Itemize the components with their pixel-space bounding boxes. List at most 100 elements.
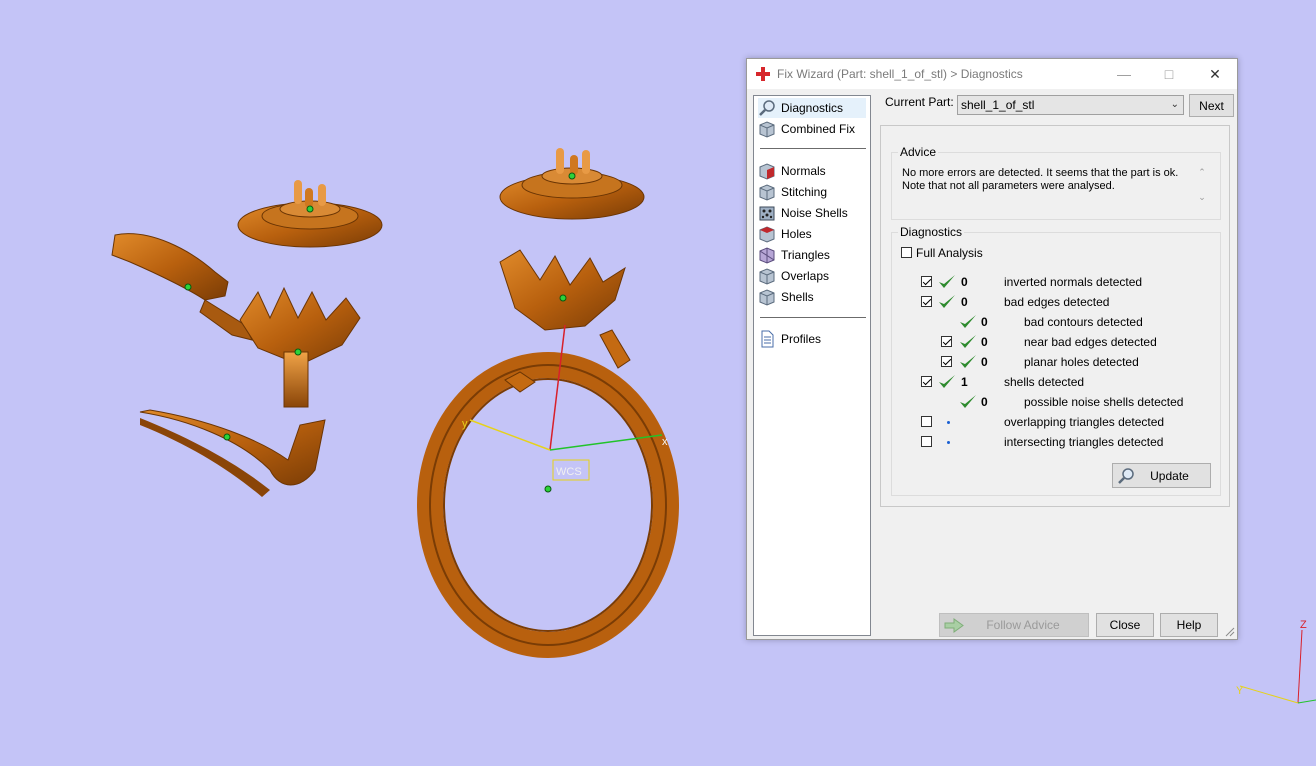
arrow-right-icon: [944, 618, 964, 633]
pending-dot-icon: [947, 421, 950, 424]
fix-wizard-dialog: Fix Wizard (Part: shell_1_of_stl) > Diag…: [746, 58, 1238, 640]
diag-checkbox-near-bad-edges[interactable]: [941, 336, 952, 347]
orientation-triad: Z Y: [1236, 619, 1316, 704]
maximize-button[interactable]: □: [1147, 59, 1191, 89]
diag-label: planar holes detected: [1024, 355, 1139, 369]
diag-checkbox-overlapping-triangles[interactable]: [921, 416, 932, 427]
next-button[interactable]: Next: [1189, 94, 1234, 117]
diag-count: 0: [961, 295, 968, 309]
diag-checkbox-shells[interactable]: [921, 376, 932, 387]
help-button[interactable]: Help: [1160, 613, 1218, 637]
advice-scrollbar[interactable]: ⌃ ⌄: [1195, 164, 1209, 210]
advice-line-2: Note that not all parameters were analys…: [902, 180, 1115, 192]
axis-y-label: y: [462, 418, 468, 430]
cube-icon: [759, 121, 775, 138]
advice-title: Advice: [898, 145, 939, 159]
stitching-cube-icon: [759, 184, 775, 201]
nav-item-combined-fix[interactable]: Combined Fix: [758, 119, 855, 139]
current-part-select[interactable]: shell_1_of_stl ⌄: [957, 95, 1184, 115]
nav-separator: [760, 148, 866, 149]
noise-shells-icon: [759, 206, 775, 221]
nav-label: Shells: [781, 290, 814, 304]
bezel-top-right[interactable]: [499, 148, 645, 220]
advice-line-1: No more errors are detected. It seems th…: [902, 167, 1179, 179]
close-button[interactable]: Close: [1096, 613, 1154, 637]
nav-item-shells[interactable]: Shells: [758, 287, 814, 307]
full-analysis-label: Full Analysis: [916, 246, 983, 260]
check-icon: [960, 355, 976, 368]
triad-y-label: Y: [1236, 685, 1244, 697]
check-icon: [960, 335, 976, 348]
red-cross-icon: [756, 67, 770, 81]
nav-label: Overlaps: [781, 269, 830, 283]
maximize-icon: □: [1164, 66, 1174, 82]
triangles-cube-icon: [759, 247, 775, 264]
check-icon: [939, 375, 955, 388]
magnifier-icon: [1118, 468, 1134, 484]
check-icon: [960, 315, 976, 328]
nav-label: Holes: [781, 227, 812, 241]
diagnostics-title: Diagnostics: [898, 225, 965, 239]
advice-text-box: No more errors are detected. It seems th…: [893, 164, 1209, 212]
close-window-button[interactable]: ✕: [1193, 59, 1237, 89]
diag-checkbox-intersecting-triangles[interactable]: [921, 436, 932, 447]
diag-label: near bad edges detected: [1024, 335, 1157, 349]
normals-cube-icon: [759, 163, 775, 180]
minimize-icon: —: [1117, 66, 1131, 82]
minimize-button[interactable]: —: [1102, 59, 1146, 89]
diag-label: intersecting triangles detected: [1004, 435, 1164, 449]
diag-checkbox-inverted-normals[interactable]: [921, 276, 932, 287]
axis-x-label: x: [662, 436, 668, 448]
window-title: Fix Wizard (Part: shell_1_of_stl) > Diag…: [777, 67, 1023, 81]
bezel-top-left[interactable]: [237, 180, 383, 248]
diag-label: bad edges detected: [1004, 295, 1110, 309]
diag-count: 0: [961, 275, 968, 289]
nav-label: Stitching: [781, 185, 828, 199]
diag-label: overlapping triangles detected: [1004, 415, 1165, 429]
update-label: Update: [1150, 468, 1189, 483]
wcs-label: WCS: [556, 466, 582, 478]
nav-item-overlaps[interactable]: Overlaps: [758, 266, 829, 286]
overlaps-cube-icon: [759, 268, 775, 285]
diag-label: shells detected: [1004, 375, 1085, 389]
diag-count: 0: [981, 315, 988, 329]
close-icon: ✕: [1209, 65, 1221, 82]
head-prongs-right[interactable]: [499, 249, 626, 331]
nav-item-triangles[interactable]: Triangles: [758, 245, 830, 265]
diag-count: 0: [981, 355, 988, 369]
scroll-down-icon: ⌄: [1198, 192, 1206, 202]
chevron-down-icon: ⌄: [1170, 99, 1179, 110]
full-analysis-checkbox[interactable]: [901, 247, 912, 258]
diag-label: bad contours detected: [1024, 315, 1143, 329]
title-bar[interactable]: Fix Wizard (Part: shell_1_of_stl) > Diag…: [747, 59, 1237, 89]
head-prongs-left[interactable]: [239, 286, 361, 408]
nav-item-stitching[interactable]: Stitching: [758, 182, 827, 202]
shank-lower-left[interactable]: [139, 409, 326, 497]
scroll-up-icon: ⌃: [1198, 167, 1206, 177]
update-button[interactable]: Update: [1112, 463, 1211, 488]
follow-advice-label: Follow Advice: [986, 618, 1060, 632]
resize-grip-icon[interactable]: [1225, 627, 1235, 637]
shells-cube-icon: [759, 289, 775, 306]
diag-checkbox-planar-holes[interactable]: [941, 356, 952, 367]
nav-item-noise-shells[interactable]: Noise Shells: [758, 203, 848, 223]
nav-label: Combined Fix: [781, 122, 856, 136]
nav-item-profiles[interactable]: Profiles: [758, 329, 821, 349]
triad-z-label: Z: [1300, 619, 1307, 631]
check-icon: [939, 275, 955, 288]
diag-checkbox-bad-edges[interactable]: [921, 296, 932, 307]
nav-item-holes[interactable]: Holes: [758, 224, 812, 244]
diag-label: inverted normals detected: [1004, 275, 1143, 289]
shank-upper-left[interactable]: [111, 233, 253, 341]
nav-label: Profiles: [781, 332, 822, 346]
magnifier-icon: [759, 100, 775, 116]
wizard-nav: Diagnostics Combined Fix Normals Stitchi…: [753, 95, 871, 636]
diag-count: 0: [981, 335, 988, 349]
check-icon: [960, 395, 976, 408]
diag-label: possible noise shells detected: [1024, 395, 1184, 409]
diagnostics-panel: Advice No more errors are detected. It s…: [880, 125, 1230, 507]
nav-item-normals[interactable]: Normals: [758, 161, 826, 181]
follow-advice-button[interactable]: Follow Advice: [939, 613, 1089, 637]
nav-label: Normals: [781, 164, 826, 178]
nav-item-diagnostics[interactable]: Diagnostics: [758, 98, 866, 118]
